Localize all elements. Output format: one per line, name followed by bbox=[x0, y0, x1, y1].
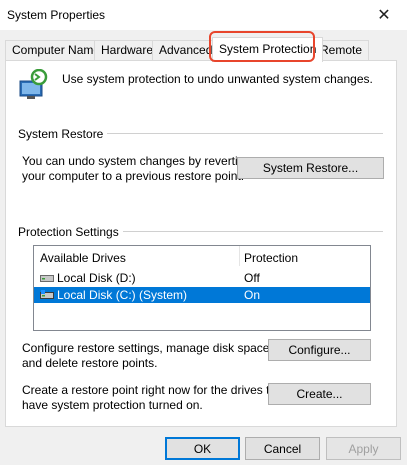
drive-row-d[interactable]: Local Disk (D:) Off bbox=[34, 270, 370, 286]
system-drive-icon bbox=[40, 290, 54, 299]
create-button[interactable]: Create... bbox=[268, 383, 371, 405]
drive-name: Local Disk (C:) (System) bbox=[57, 288, 188, 302]
drives-list-header: Available Drives Protection bbox=[34, 246, 370, 268]
column-separator[interactable] bbox=[239, 246, 240, 266]
close-icon[interactable]: ✕ bbox=[361, 0, 407, 30]
column-available-drives[interactable]: Available Drives bbox=[40, 251, 126, 265]
create-description: Create a restore point right now for the… bbox=[22, 383, 286, 413]
column-protection[interactable]: Protection bbox=[244, 251, 298, 265]
configure-button[interactable]: Configure... bbox=[268, 339, 371, 361]
drive-name: Local Disk (D:) bbox=[57, 271, 136, 285]
system-protection-panel: Use system protection to undo unwanted s… bbox=[5, 60, 397, 427]
create-desc-line2: have system protection turned on. bbox=[22, 398, 203, 412]
title-bar: System Properties ✕ bbox=[0, 0, 407, 30]
tab-strip: Computer Name Hardware Advanced System P… bbox=[0, 37, 407, 62]
drive-protection-state: Off bbox=[244, 271, 260, 285]
ok-button[interactable]: OK bbox=[165, 437, 240, 460]
drive-protection-state: On bbox=[244, 288, 261, 302]
system-restore-desc-line2: your computer to a previous restore poin… bbox=[22, 169, 245, 183]
system-restore-title: System Restore bbox=[18, 127, 108, 141]
create-desc-line1: Create a restore point right now for the… bbox=[22, 383, 287, 397]
configure-desc-line2: and delete restore points. bbox=[22, 356, 158, 370]
intro-text: Use system protection to undo unwanted s… bbox=[62, 72, 373, 86]
system-protection-icon bbox=[19, 69, 48, 99]
drive-row-c[interactable]: Local Disk (C:) (System) On bbox=[34, 287, 370, 303]
configure-description: Configure restore settings, manage disk … bbox=[22, 341, 273, 371]
configure-desc-line1: Configure restore settings, manage disk … bbox=[22, 341, 273, 355]
system-restore-button[interactable]: System Restore... bbox=[237, 157, 384, 179]
drives-list[interactable]: Available Drives Protection Local Disk (… bbox=[33, 245, 371, 331]
tab-highlight-annotation bbox=[209, 31, 315, 62]
drive-icon bbox=[40, 275, 54, 282]
cancel-button[interactable]: Cancel bbox=[245, 437, 320, 460]
system-restore-description: You can undo system changes by reverting… bbox=[22, 154, 251, 184]
system-restore-desc-line1: You can undo system changes by reverting bbox=[22, 154, 252, 168]
apply-button[interactable]: Apply bbox=[326, 437, 401, 460]
tab-hardware[interactable]: Hardware bbox=[94, 40, 161, 60]
window-title: System Properties bbox=[7, 8, 106, 22]
tab-computer-name[interactable]: Computer Name bbox=[5, 40, 108, 60]
protection-settings-title: Protection Settings bbox=[18, 225, 123, 239]
